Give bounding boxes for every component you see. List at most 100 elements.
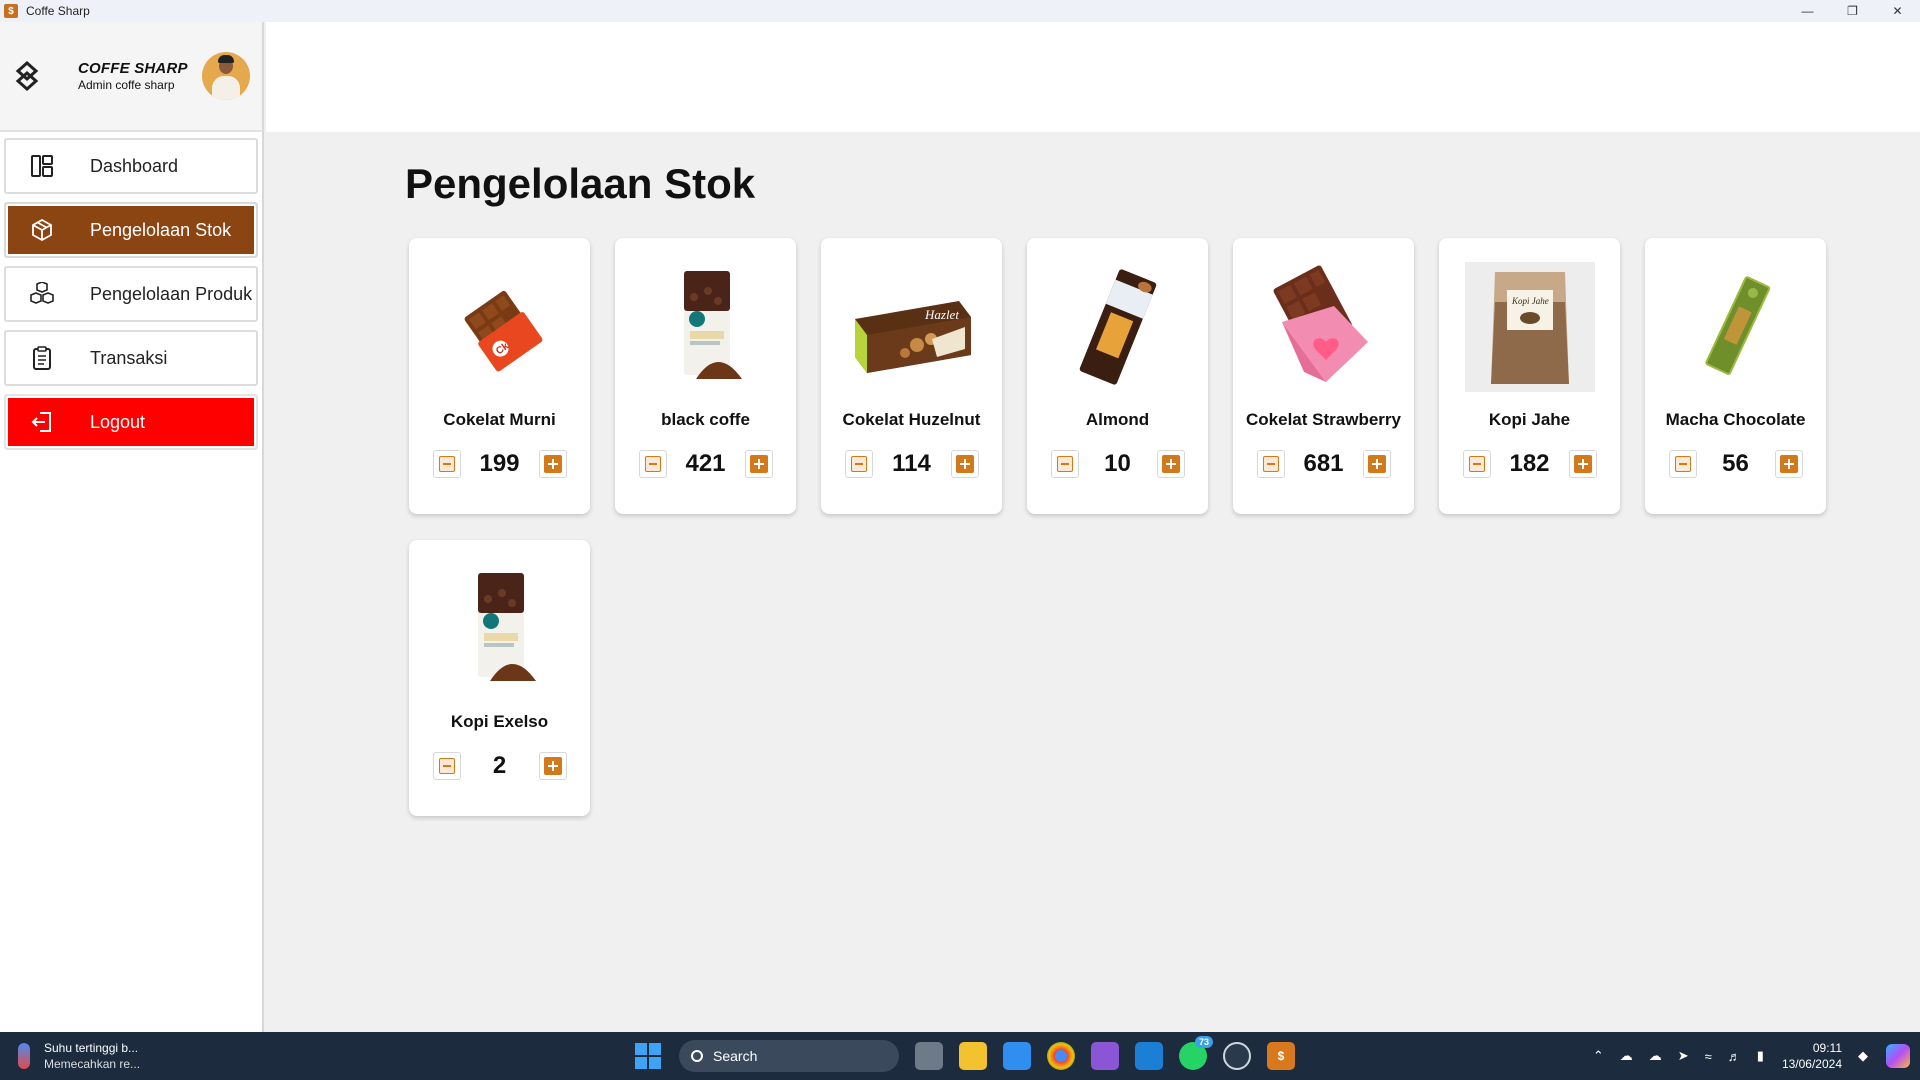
quantity-stepper: 2 [409, 752, 590, 780]
coffe-sharp-logo-icon [12, 61, 42, 91]
decrease-button[interactable] [432, 450, 461, 478]
increase-button[interactable] [744, 450, 773, 478]
coffe-sharp-taskbar-icon[interactable]: $ [1267, 1042, 1295, 1070]
logout-button[interactable]: Logout [4, 394, 258, 450]
search-label: Search [713, 1048, 758, 1064]
sidebar-nav: Dashboard Pengelolaan Stok Pengelolaan P… [0, 132, 262, 450]
minus-icon [1468, 456, 1485, 472]
quantity-stepper: 199 [409, 450, 590, 478]
chevron-up-icon[interactable]: ⌃ [1593, 1048, 1604, 1064]
search-icon [691, 1050, 703, 1062]
product-card: Ck Cokelat Murni 199 [409, 238, 590, 514]
product-name: Cokelat Strawberry [1246, 410, 1401, 429]
top-header-strip [266, 22, 1920, 132]
increase-button[interactable] [1568, 450, 1597, 478]
product-name: Kopi Jahe [1488, 410, 1571, 429]
product-image [1259, 262, 1389, 392]
minus-icon [1674, 456, 1691, 472]
battery-icon[interactable]: ▮ [1757, 1048, 1764, 1064]
sidebar: COFFE SHARP Admin coffe sharp Dashboard … [0, 22, 264, 1032]
decrease-button[interactable] [1256, 450, 1285, 478]
sidebar-item-transaksi[interactable]: Transaksi [4, 330, 258, 386]
increase-button[interactable] [1774, 450, 1803, 478]
stock-quantity: 681 [1303, 450, 1344, 477]
quantity-stepper: 182 [1439, 450, 1620, 478]
plus-icon [1367, 455, 1386, 473]
taskbar: Suhu tertinggi b... Memecahkan re... Sea… [0, 1032, 1920, 1080]
product-card: Cokelat Strawberry 681 [1233, 238, 1414, 514]
window-controls: — ❐ ✕ [1785, 0, 1920, 22]
profile-text: COFFE SHARP Admin coffe sharp [78, 60, 188, 92]
product-card: black coffe 421 [615, 238, 796, 514]
increase-button[interactable] [538, 450, 567, 478]
clock[interactable]: 09:11 13/06/2024 [1782, 1040, 1842, 1072]
sidebar-item-pengelolaan-stok[interactable]: Pengelolaan Stok [4, 202, 258, 258]
product-image: Hazlet [847, 262, 977, 392]
clock-date: 13/06/2024 [1781, 1057, 1842, 1071]
decrease-button[interactable] [1668, 450, 1697, 478]
task-view-icon[interactable] [915, 1042, 943, 1070]
plus-icon [749, 455, 768, 473]
logout-label: Logout [90, 411, 146, 432]
vscode-icon[interactable] [1135, 1042, 1163, 1070]
decrease-button[interactable] [638, 450, 667, 478]
product-name: Almond [1085, 410, 1150, 429]
product-name: Kopi Exelso [450, 712, 549, 731]
decrease-button[interactable] [1050, 450, 1079, 478]
quantity-stepper: 56 [1645, 450, 1826, 478]
quantity-stepper: 421 [615, 450, 796, 478]
decrease-button[interactable] [844, 450, 873, 478]
sidebar-item-pengelolaan-produk[interactable]: Pengelolaan Produk [4, 266, 258, 322]
minimize-icon[interactable]: — [1785, 0, 1830, 22]
profile-role: Admin coffe sharp [78, 78, 175, 92]
increase-button[interactable] [950, 450, 979, 478]
plus-icon [1573, 455, 1592, 473]
logout-icon [28, 408, 56, 436]
product-card: Macha Chocolate 56 [1645, 238, 1826, 514]
sidebar-item-label: Transaksi [90, 347, 168, 368]
decrease-button[interactable] [432, 752, 461, 780]
copilot-icon[interactable] [1886, 1044, 1910, 1068]
cloud-sync-icon[interactable]: ☁ [1649, 1048, 1662, 1064]
product-image [641, 262, 771, 392]
stock-quantity: 56 [1722, 450, 1749, 477]
restore-icon[interactable]: ❐ [1830, 0, 1875, 22]
whatsapp-icon[interactable]: 73 [1179, 1036, 1213, 1070]
weather-text: Suhu tertinggi b... Memecahkan re... [44, 1040, 140, 1072]
profile-name: COFFE SHARP [78, 60, 188, 77]
stock-quantity: 199 [479, 450, 520, 477]
product-name: Macha Chocolate [1665, 410, 1806, 429]
visual-studio-icon[interactable] [1091, 1042, 1119, 1070]
increase-button[interactable] [538, 752, 567, 780]
taskbar-search[interactable]: Search [679, 1040, 899, 1072]
product-card: Hazlet Cokelat Huzelnut 114 [821, 238, 1002, 514]
speedometer-icon[interactable] [1223, 1042, 1251, 1070]
sidebar-item-label: Dashboard [90, 155, 179, 176]
stock-quantity: 10 [1104, 450, 1131, 477]
plus-icon [1779, 455, 1798, 473]
chrome-icon[interactable] [1047, 1042, 1075, 1070]
stock-quantity: 114 [892, 450, 931, 477]
app-icon: $ [4, 4, 18, 18]
product-card: Kopi Exelso 2 [409, 540, 590, 816]
weather-widget[interactable]: Suhu tertinggi b... Memecahkan re... [18, 1040, 140, 1072]
volume-icon[interactable]: ♬ [1728, 1049, 1741, 1064]
notification-bell-icon[interactable]: ◆ [1858, 1048, 1868, 1064]
onedrive-icon[interactable]: ☁ [1620, 1048, 1633, 1064]
increase-button[interactable] [1156, 450, 1185, 478]
sidebar-item-dashboard[interactable]: Dashboard [4, 138, 258, 194]
close-icon[interactable]: ✕ [1875, 0, 1920, 22]
stock-quantity: 2 [492, 752, 507, 779]
product-image [435, 564, 565, 694]
location-icon[interactable]: ➤ [1678, 1048, 1689, 1064]
store-icon[interactable] [1003, 1042, 1031, 1070]
minus-icon [438, 456, 455, 472]
decrease-button[interactable] [1462, 450, 1491, 478]
product-card: Kopi Jahe Kopi Jahe 182 [1439, 238, 1620, 514]
wifi-icon[interactable]: ≈ [1705, 1049, 1712, 1064]
minus-icon [1262, 456, 1279, 472]
increase-button[interactable] [1362, 450, 1391, 478]
file-explorer-icon[interactable] [959, 1042, 987, 1070]
windows-start-icon[interactable] [635, 1043, 661, 1069]
product-name: Cokelat Huzelnut [842, 410, 981, 429]
